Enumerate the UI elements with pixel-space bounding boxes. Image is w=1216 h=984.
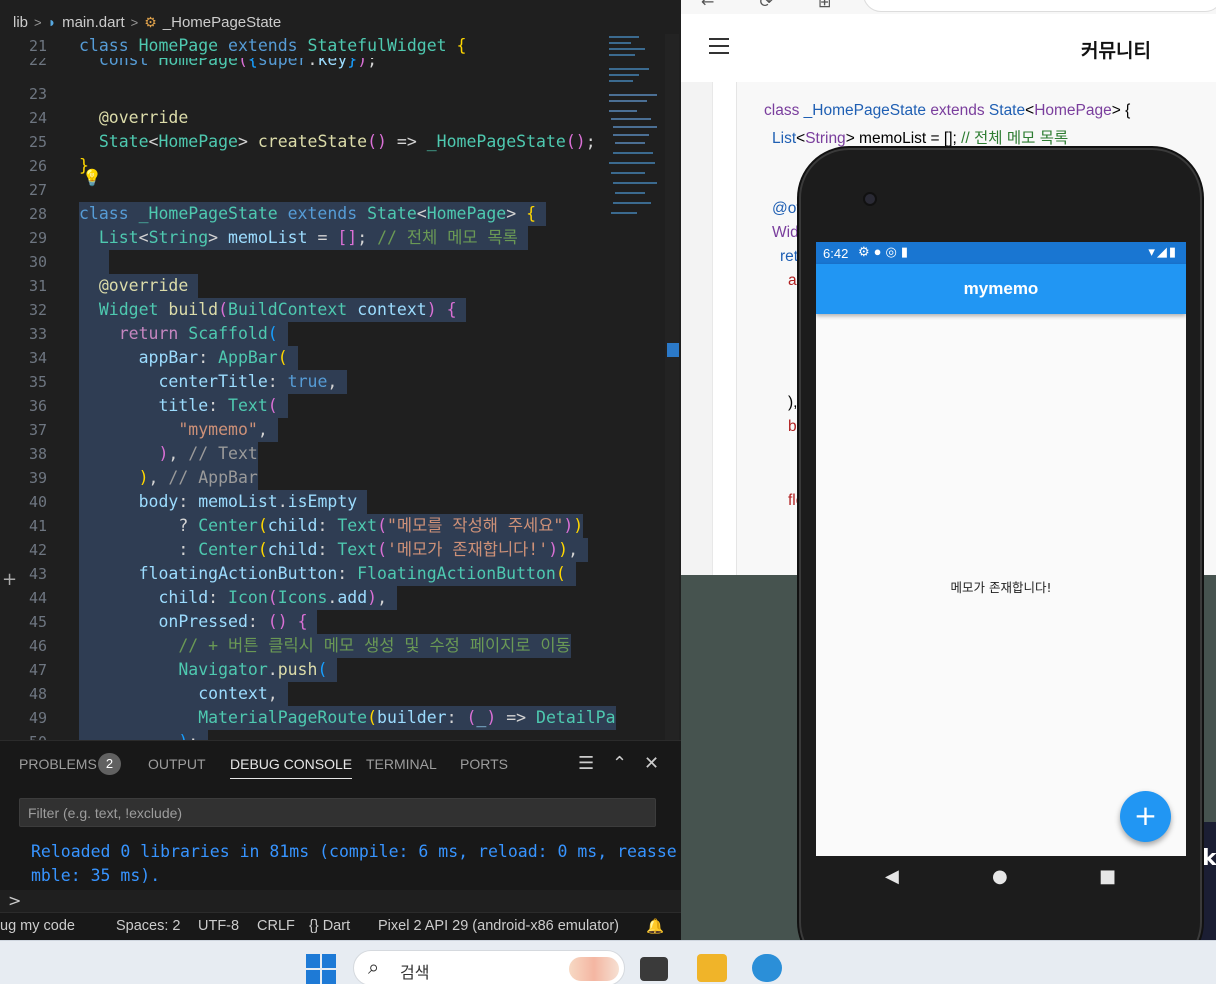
browser-nav-icons[interactable]: ← ⟳ ⊞: [701, 0, 851, 11]
code-editor[interactable]: 21 class HomePage extends StatefulWidget …: [0, 34, 681, 740]
code-line[interactable]: 45 onPressed: () {: [0, 610, 600, 634]
web-header: 커뮤니티: [681, 14, 1216, 82]
memo-status-text: 메모가 존재합니다!: [950, 580, 1052, 595]
breadcrumb-folder[interactable]: lib: [13, 14, 28, 31]
breadcrumb: lib > ◗ main.dart > ⚙ _HomePageState: [0, 10, 281, 34]
status-device[interactable]: Pixel 2 API 29 (android-x86 emulator): [378, 918, 619, 934]
code-line[interactable]: 35 centerTitle: true,: [0, 370, 600, 394]
edge-icon[interactable]: [752, 954, 782, 982]
status-eol[interactable]: CRLF: [257, 918, 295, 934]
search-highlight-icon: [569, 957, 619, 981]
code-line[interactable]: 47 Navigator.push(: [0, 658, 600, 682]
app-bar: mymemo: [816, 264, 1186, 314]
tab-debug-console[interactable]: DEBUG CONSOLE: [230, 756, 353, 779]
search-label: 검색: [400, 963, 430, 982]
android-status-bar: 6:42 ⚙●◎▮ ▾◢▮: [816, 242, 1186, 264]
code-line: class _HomePageState extends State<HomeP…: [764, 102, 1131, 119]
console-filter-input[interactable]: Filter (e.g. text, !exclude): [19, 798, 656, 827]
status-spaces[interactable]: Spaces: 2: [116, 918, 181, 934]
status-bar: ug my code Spaces: 2 UTF-8 CRLF {} Dart …: [0, 912, 681, 940]
code-line[interactable]: 30: [0, 250, 600, 274]
code-line[interactable]: 24 @override: [0, 106, 600, 130]
vscode-window: lib > ◗ main.dart > ⚙ _HomePageState 21 c…: [0, 0, 681, 940]
code-line[interactable]: 48 context,: [0, 682, 600, 706]
code-line[interactable]: 33 return Scaffold(: [0, 322, 600, 346]
code-fragment: ret: [780, 248, 799, 265]
code-line[interactable]: 42 : Center(child: Text('메모가 존재합니다!')),: [0, 538, 600, 562]
page-title: 커뮤니티: [1081, 40, 1151, 62]
tab-output[interactable]: OUTPUT: [148, 756, 206, 772]
code-fragment: Wid: [772, 224, 799, 241]
code-line[interactable]: 46 // + 버튼 클릭시 메모 생성 및 수정 페이지로 이동: [0, 634, 600, 658]
add-comment-icon[interactable]: +: [2, 569, 17, 590]
status-encoding[interactable]: UTF-8: [198, 918, 239, 934]
status-notification-icons: ⚙●◎▮: [858, 244, 913, 259]
code-line[interactable]: 44 child: Icon(Icons.add),: [0, 586, 600, 610]
address-bar[interactable]: [863, 0, 1216, 12]
app-title: mymemo: [963, 279, 1039, 298]
console-output: Reloaded 0 libraries in 81ms (compile: 6…: [31, 842, 677, 885]
code-line[interactable]: 28 class _HomePageState extends State<Hom…: [0, 202, 600, 226]
desktop-screen: lib > ◗ main.dart > ⚙ _HomePageState 21 c…: [0, 0, 1216, 984]
code-line: List<String> memoList = []; // 전체 메모 목록: [772, 130, 1069, 147]
class-symbol-icon: ⚙: [144, 13, 157, 30]
clear-console-icon[interactable]: ☰: [578, 753, 594, 774]
status-language[interactable]: {} Dart: [309, 918, 350, 934]
code-line[interactable]: 36 title: Text(: [0, 394, 600, 418]
minimap[interactable]: [603, 34, 663, 234]
code-line[interactable]: 23: [0, 82, 600, 106]
dart-file-icon: ◗: [47, 14, 57, 30]
bottom-panel: PROBLEMS 2 OUTPUT DEBUG CONSOLE TERMINAL…: [0, 740, 681, 910]
code-fragment: ),: [788, 394, 798, 411]
windows-start-icon[interactable]: [306, 954, 336, 984]
status-debug[interactable]: ug my code: [0, 918, 75, 934]
chevron-right-icon: >: [130, 14, 139, 30]
lightbulb-icon[interactable]: 💡: [82, 168, 102, 187]
browser-toolbar: ← ⟳ ⊞: [681, 0, 1216, 14]
add-memo-button[interactable]: +: [1120, 791, 1171, 842]
task-view-icon[interactable]: [640, 957, 668, 981]
code-line[interactable]: 43 floatingActionButton: FloatingActionB…: [0, 562, 600, 586]
breadcrumb-file[interactable]: main.dart: [62, 14, 125, 31]
code-line[interactable]: 34 appBar: AppBar(: [0, 346, 600, 370]
code-line[interactable]: 32 Widget build(BuildContext context) {: [0, 298, 600, 322]
recents-icon[interactable]: ■: [1099, 866, 1116, 887]
search-icon: ⌕: [368, 955, 380, 979]
status-time: 6:42: [823, 246, 849, 261]
problems-count-badge: 2: [98, 753, 121, 775]
code-line[interactable]: 50 );: [0, 730, 600, 740]
app-screen: 6:42 ⚙●◎▮ ▾◢▮ mymemo 메모가 존재합니다! +: [816, 242, 1186, 856]
scrollbar-thumb[interactable]: [667, 343, 679, 357]
chevron-right-icon: >: [34, 14, 42, 30]
close-icon[interactable]: ✕: [644, 753, 659, 774]
console-prompt[interactable]: >: [8, 891, 21, 910]
chevron-up-icon[interactable]: ⌃: [612, 753, 627, 774]
code-line[interactable]: 49 MaterialPageRoute(builder: (_) => Det…: [0, 706, 616, 730]
camera-icon: [863, 192, 877, 206]
menu-icon[interactable]: [709, 38, 729, 54]
code-line[interactable]: 31 @override: [0, 274, 600, 298]
taskbar-search[interactable]: ⌕ 검색: [353, 950, 625, 984]
code-line[interactable]: 39 ), // AppBar: [0, 466, 600, 490]
tab-ports[interactable]: PORTS: [460, 756, 508, 772]
code-line[interactable]: 25 State<HomePage> createState() => _Hom…: [0, 130, 600, 154]
tab-problems[interactable]: PROBLEMS: [19, 756, 97, 772]
tab-terminal[interactable]: TERMINAL: [366, 756, 437, 772]
code-line[interactable]: 21 class HomePage extends StatefulWidget …: [0, 34, 600, 58]
code-line[interactable]: 38 ), // Text: [0, 442, 600, 466]
code-line[interactable]: 22 const HomePage({super.key});: [0, 58, 600, 72]
code-line[interactable]: 41 ? Center(child: Text("메모를 작성해 주세요")): [0, 514, 600, 538]
code-line[interactable]: 29 List<String> memoList = []; // 전체 메모 …: [0, 226, 600, 250]
editor-scrollbar[interactable]: [665, 34, 679, 740]
status-signal-icons: ▾◢▮: [1148, 244, 1178, 259]
bell-icon[interactable]: 🔔: [646, 918, 664, 935]
back-icon[interactable]: ◀: [885, 866, 899, 887]
breadcrumb-symbol[interactable]: _HomePageState: [163, 14, 281, 31]
code-line[interactable]: 37 "mymemo",: [0, 418, 600, 442]
taskbar: ⌕ 검색: [0, 940, 1216, 984]
file-explorer-icon[interactable]: [697, 954, 727, 982]
code-line[interactable]: 40 body: memoList.isEmpty: [0, 490, 600, 514]
android-nav-bar: ◀ ● ■: [816, 856, 1186, 898]
home-icon[interactable]: ●: [992, 866, 1008, 887]
